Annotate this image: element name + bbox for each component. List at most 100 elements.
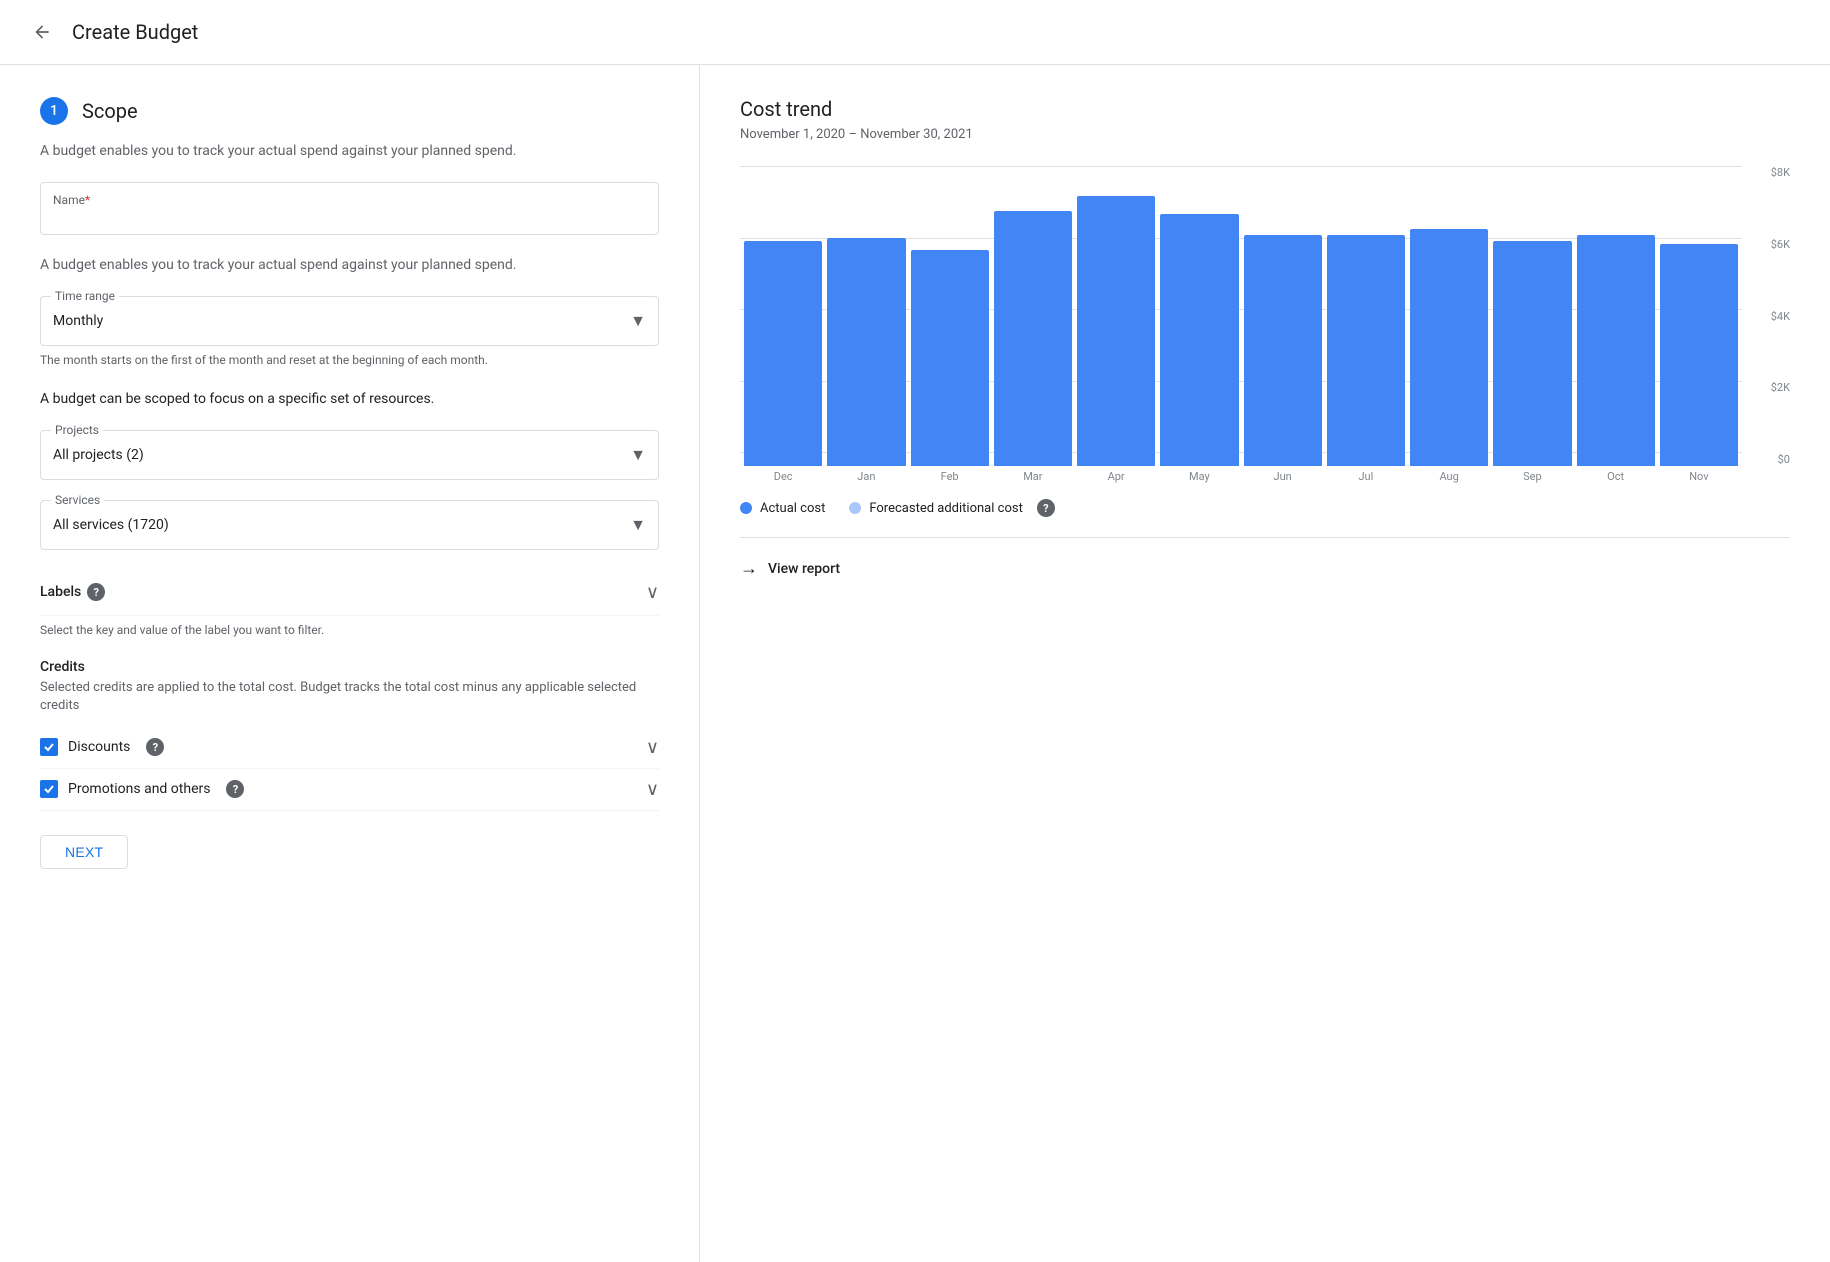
discounts-left: Discounts ?	[40, 738, 164, 756]
x-label-may: May	[1160, 470, 1238, 483]
projects-value: All projects (2)	[53, 447, 144, 463]
promotions-checkbox[interactable]	[40, 780, 58, 798]
bar-nov	[1660, 244, 1738, 466]
labels-hint: Select the key and value of the label yo…	[40, 622, 659, 639]
name-field-wrapper: Name*	[40, 182, 659, 235]
step-circle: 1	[40, 97, 68, 125]
cost-trend-title: Cost trend	[740, 97, 1790, 121]
labels-text: Labels	[40, 584, 81, 600]
x-label-mar: Mar	[994, 470, 1072, 483]
name-input-box[interactable]: Name*	[40, 182, 659, 235]
discounts-label: Discounts	[68, 739, 130, 755]
divider	[740, 537, 1790, 538]
bar-col-jul	[1327, 166, 1405, 466]
x-label-feb: Feb	[911, 470, 989, 483]
services-value: All services (1720)	[53, 517, 169, 533]
time-range-select[interactable]: Time range Monthly ▼	[40, 296, 659, 346]
legend-forecast: Forecasted additional cost ?	[849, 499, 1054, 517]
header: Create Budget	[0, 0, 1830, 65]
services-select[interactable]: Services All services (1720) ▼	[40, 500, 659, 550]
time-range-label: Time range	[51, 289, 119, 303]
time-range-value-row[interactable]: Monthly ▼	[41, 297, 658, 345]
bar-col-sep	[1493, 166, 1571, 466]
time-range-field: Time range Monthly ▼ The month starts on…	[40, 296, 659, 369]
bar-mar	[994, 211, 1072, 466]
y-label-8k: $8K	[1771, 166, 1790, 179]
bar-may	[1160, 214, 1238, 466]
time-range-value: Monthly	[53, 313, 103, 329]
y-label-6k: $6K	[1771, 238, 1790, 251]
scope-desc1: A budget enables you to track your actua…	[40, 141, 659, 162]
labels-row[interactable]: Labels ? ∨	[40, 570, 659, 616]
x-label-nov: Nov	[1660, 470, 1738, 483]
bar-jul	[1327, 235, 1405, 466]
bar-dec	[744, 241, 822, 466]
scope-title: Scope	[82, 99, 138, 123]
credits-title: Credits	[40, 659, 659, 675]
labels-help-icon[interactable]: ?	[87, 583, 105, 601]
projects-value-row[interactable]: All projects (2) ▼	[41, 431, 658, 479]
promotions-row: Promotions and others ? ∨	[40, 769, 659, 811]
x-label-oct: Oct	[1577, 470, 1655, 483]
promotions-label: Promotions and others	[68, 781, 210, 797]
arrow-right-icon: →	[740, 558, 758, 579]
bar-col-jan	[827, 166, 905, 466]
page-title: Create Budget	[72, 20, 198, 44]
services-chevron-icon: ▼	[630, 515, 646, 535]
time-range-chevron-icon: ▼	[630, 311, 646, 331]
bar-col-aug	[1410, 166, 1488, 466]
bar-jan	[827, 238, 905, 466]
bar-col-may	[1160, 166, 1238, 466]
left-panel: 1 Scope A budget enables you to track yo…	[0, 65, 700, 1262]
x-label-dec: Dec	[744, 470, 822, 483]
name-label: Name*	[53, 193, 646, 207]
x-label-apr: Apr	[1077, 470, 1155, 483]
promotions-chevron-icon: ∨	[646, 779, 659, 800]
projects-chevron-icon: ▼	[630, 445, 646, 465]
view-report-link[interactable]: → View report	[740, 546, 1790, 591]
discounts-chevron-icon: ∨	[646, 737, 659, 758]
back-button[interactable]	[24, 14, 60, 50]
time-range-hint: The month starts on the first of the mon…	[40, 352, 659, 369]
y-label-0: $0	[1778, 453, 1790, 466]
projects-field: Projects All projects (2) ▼	[40, 430, 659, 480]
bar-sep	[1493, 241, 1571, 466]
bar-apr	[1077, 196, 1155, 466]
projects-select[interactable]: Projects All projects (2) ▼	[40, 430, 659, 480]
promotions-left: Promotions and others ?	[40, 780, 244, 798]
x-label-jan: Jan	[827, 470, 905, 483]
promotions-help-icon[interactable]: ?	[226, 780, 244, 798]
discounts-help-icon[interactable]: ?	[146, 738, 164, 756]
services-value-row[interactable]: All services (1720) ▼	[41, 501, 658, 549]
bar-feb	[911, 250, 989, 466]
right-panel: Cost trend November 1, 2020 – November 3…	[700, 65, 1830, 1262]
actual-cost-label: Actual cost	[760, 501, 825, 516]
budget-name-input[interactable]	[53, 209, 646, 225]
view-report-label: View report	[768, 561, 840, 577]
bar-col-dec	[744, 166, 822, 466]
credits-desc: Selected credits are applied to the tota…	[40, 679, 659, 715]
x-label-jun: Jun	[1244, 470, 1322, 483]
forecast-cost-dot	[849, 502, 861, 514]
chart-container: DecJanFebMarAprMayJunJulAugSepOctNov $8K…	[740, 166, 1790, 483]
chart-legend: Actual cost Forecasted additional cost ?	[740, 499, 1790, 517]
next-button[interactable]: NEXT	[40, 835, 128, 869]
scope-section-header: 1 Scope	[40, 97, 659, 125]
credits-section: Credits Selected credits are applied to …	[40, 659, 659, 811]
legend-actual: Actual cost	[740, 501, 825, 516]
projects-label: Projects	[51, 423, 103, 437]
scope-resources-text: A budget can be scoped to focus on a spe…	[40, 389, 659, 410]
main-content: 1 Scope A budget enables you to track yo…	[0, 65, 1830, 1262]
forecast-cost-label: Forecasted additional cost	[869, 501, 1022, 516]
forecast-help-icon[interactable]: ?	[1037, 499, 1055, 517]
x-label-jul: Jul	[1327, 470, 1405, 483]
scope-desc2: A budget enables you to track your actua…	[40, 255, 659, 276]
discounts-row: Discounts ? ∨	[40, 727, 659, 769]
bar-col-mar	[994, 166, 1072, 466]
actual-cost-dot	[740, 502, 752, 514]
cost-trend-date: November 1, 2020 – November 30, 2021	[740, 127, 1790, 142]
x-label-aug: Aug	[1410, 470, 1488, 483]
discounts-checkbox[interactable]	[40, 738, 58, 756]
bar-col-apr	[1077, 166, 1155, 466]
labels-label-area: Labels ?	[40, 583, 105, 601]
